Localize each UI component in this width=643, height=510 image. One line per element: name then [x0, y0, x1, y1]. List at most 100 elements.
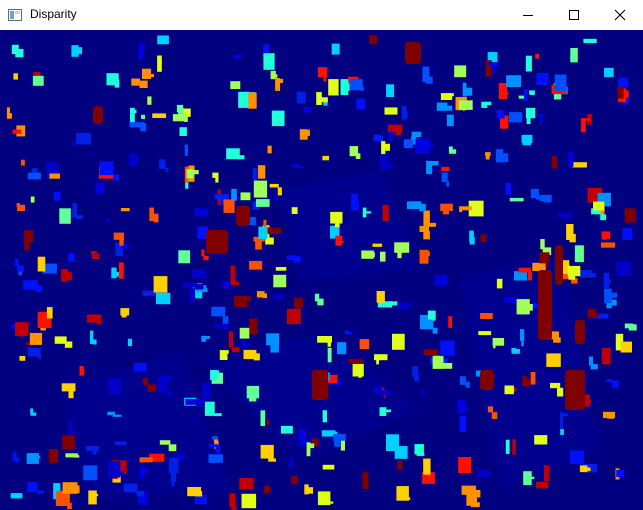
disparity-blob	[230, 281, 240, 285]
disparity-blob	[185, 398, 201, 405]
disparity-blob	[419, 203, 426, 212]
disparity-blob	[252, 168, 257, 181]
disparity-blob	[384, 107, 398, 115]
disparity-blob	[574, 245, 584, 263]
disparity-blob	[525, 55, 532, 72]
disparity-blob	[273, 294, 285, 300]
disparity-blob	[492, 65, 495, 74]
disparity-blob	[258, 226, 268, 239]
disparity-blob	[150, 74, 154, 78]
disparity-blob	[477, 469, 491, 478]
disparity-blob	[15, 322, 29, 336]
disparity-blob	[622, 228, 633, 240]
disparity-blob	[306, 129, 310, 136]
disparity-blob	[230, 81, 241, 90]
disparity-blob	[222, 316, 229, 324]
disparity-blob	[17, 265, 24, 272]
disparity-blob	[296, 91, 306, 104]
disparity-blob	[392, 333, 405, 350]
disparity-blob	[628, 324, 637, 331]
title-bar[interactable]: Disparity	[0, 0, 643, 30]
disparity-blob	[289, 462, 292, 465]
disparity-blob	[607, 415, 614, 419]
disparity-blob	[610, 292, 618, 298]
disparity-blob	[147, 384, 157, 392]
minimize-button[interactable]	[505, 0, 551, 30]
disparity-blob	[611, 299, 617, 306]
disparity-blob	[273, 274, 287, 288]
disparity-blob	[119, 239, 124, 246]
disparity-blob	[27, 482, 38, 492]
disparity-blob	[583, 38, 597, 44]
disparity-blob	[470, 502, 480, 508]
disparity-blob	[449, 149, 457, 154]
disparity-blob	[50, 457, 56, 464]
disparity-blob	[92, 446, 97, 455]
disparity-blob	[168, 444, 177, 452]
disparity-blob	[210, 370, 218, 380]
disparity-blob	[229, 493, 236, 508]
close-button[interactable]	[597, 0, 643, 30]
disparity-blob	[568, 158, 574, 165]
disparity-blob	[41, 258, 44, 262]
disparity-blob	[54, 336, 67, 344]
disparity-blob	[92, 253, 100, 260]
disparity-blob	[549, 357, 557, 363]
disparity-blob	[206, 230, 228, 254]
disparity-blob	[362, 484, 369, 489]
disparity-blob	[64, 341, 73, 348]
disparity-blob	[262, 199, 269, 204]
disparity-blob	[23, 230, 34, 243]
disparity-blob	[12, 129, 22, 134]
disparity-blob	[505, 183, 512, 195]
disparity-blob	[454, 65, 467, 78]
disparity-blob	[67, 438, 74, 447]
disparity-blob	[497, 110, 505, 119]
disparity-blob	[369, 35, 378, 45]
disparity-blob	[237, 155, 245, 160]
disparity-blob	[535, 196, 544, 200]
disparity-blob	[233, 54, 241, 60]
disparity-blob	[140, 499, 148, 506]
disparity-blob	[538, 270, 552, 340]
disparity-blob	[291, 207, 298, 214]
disparity-blob	[120, 208, 130, 212]
disparity-blob	[611, 380, 620, 388]
disparity-blob	[568, 274, 576, 280]
disparity-blob	[570, 55, 577, 59]
disparity-blob	[376, 358, 379, 365]
disparity-blob	[617, 86, 624, 99]
disparity-blob	[73, 455, 80, 458]
disparity-blob	[172, 114, 187, 122]
disparity-blob	[524, 304, 533, 311]
disparity-blob	[46, 307, 53, 319]
disparity-blob	[462, 417, 467, 421]
disparity-blob	[442, 206, 449, 215]
disparity-blob	[434, 275, 448, 286]
disparity-blob	[328, 501, 334, 504]
disparity-blob	[53, 191, 61, 201]
disparity-blob	[14, 259, 19, 267]
disparity-blob	[458, 100, 473, 110]
disparity-blob	[572, 162, 587, 168]
disparity-blob	[620, 267, 627, 273]
disparity-blob	[127, 338, 133, 347]
disparity-blob	[593, 313, 599, 318]
disparity-blob	[299, 129, 308, 140]
maximize-icon	[568, 9, 580, 21]
disparity-blob	[26, 453, 39, 464]
disparity-blob	[178, 250, 191, 264]
disparity-blob	[447, 105, 453, 111]
disparity-blob	[27, 172, 42, 180]
disparity-blob	[554, 74, 567, 91]
disparity-blob	[423, 459, 431, 466]
disparity-blob	[334, 219, 340, 228]
disparity-blob	[23, 280, 38, 290]
disparity-blob	[560, 429, 564, 435]
disparity-blob	[443, 363, 453, 369]
disparity-blob	[618, 78, 623, 86]
disparity-blob	[281, 425, 293, 434]
disparity-blob	[263, 53, 275, 70]
maximize-button[interactable]	[551, 0, 597, 30]
disparity-blob	[61, 383, 76, 392]
